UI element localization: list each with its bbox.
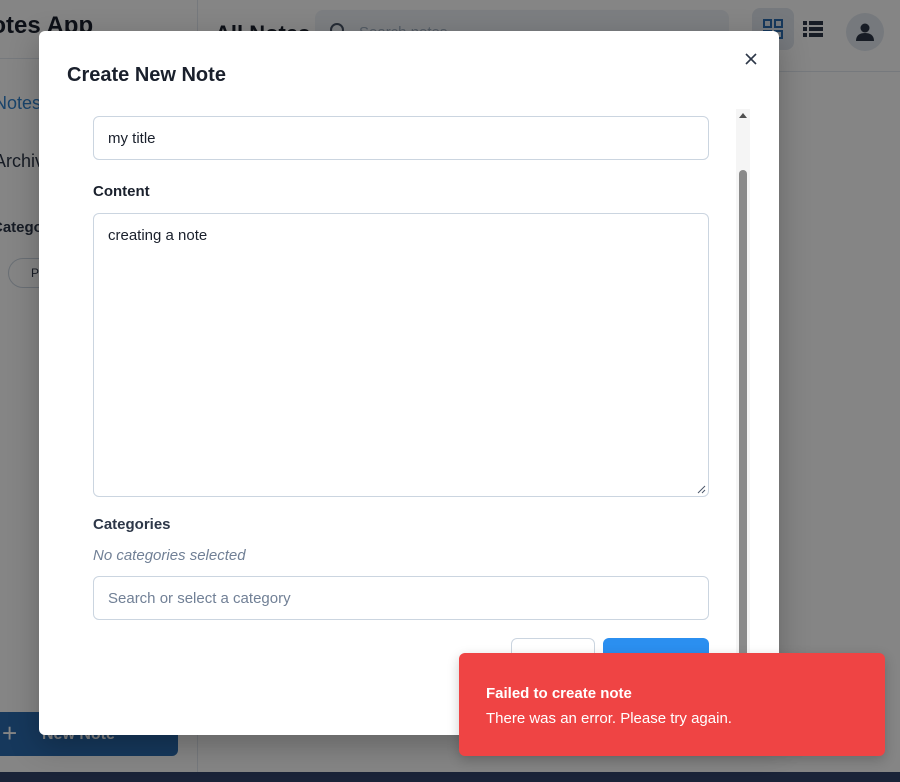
modal-scrollbar[interactable]	[736, 109, 750, 731]
close-button[interactable]	[739, 47, 763, 71]
close-icon	[745, 53, 757, 65]
create-note-modal: Create New Note Content creating a note …	[39, 31, 779, 735]
resize-handle-icon[interactable]	[697, 485, 706, 494]
scrollbar-thumb[interactable]	[739, 170, 747, 731]
taskbar-strip	[0, 772, 900, 782]
content-textarea[interactable]: creating a note	[93, 213, 709, 497]
categories-label: Categories	[93, 516, 171, 533]
modal-body: Content creating a note Categories No ca…	[93, 109, 709, 731]
toast-message: There was an error. Please try again.	[486, 710, 732, 727]
category-search-input[interactable]	[93, 576, 709, 620]
content-label: Content	[93, 183, 150, 200]
title-input[interactable]	[93, 116, 709, 160]
no-categories-text: No categories selected	[93, 547, 246, 564]
toast-title: Failed to create note	[486, 685, 632, 702]
modal-title: Create New Note	[67, 64, 226, 86]
scroll-up-arrow-icon[interactable]	[739, 113, 747, 118]
error-toast: Failed to create note There was an error…	[459, 653, 885, 756]
